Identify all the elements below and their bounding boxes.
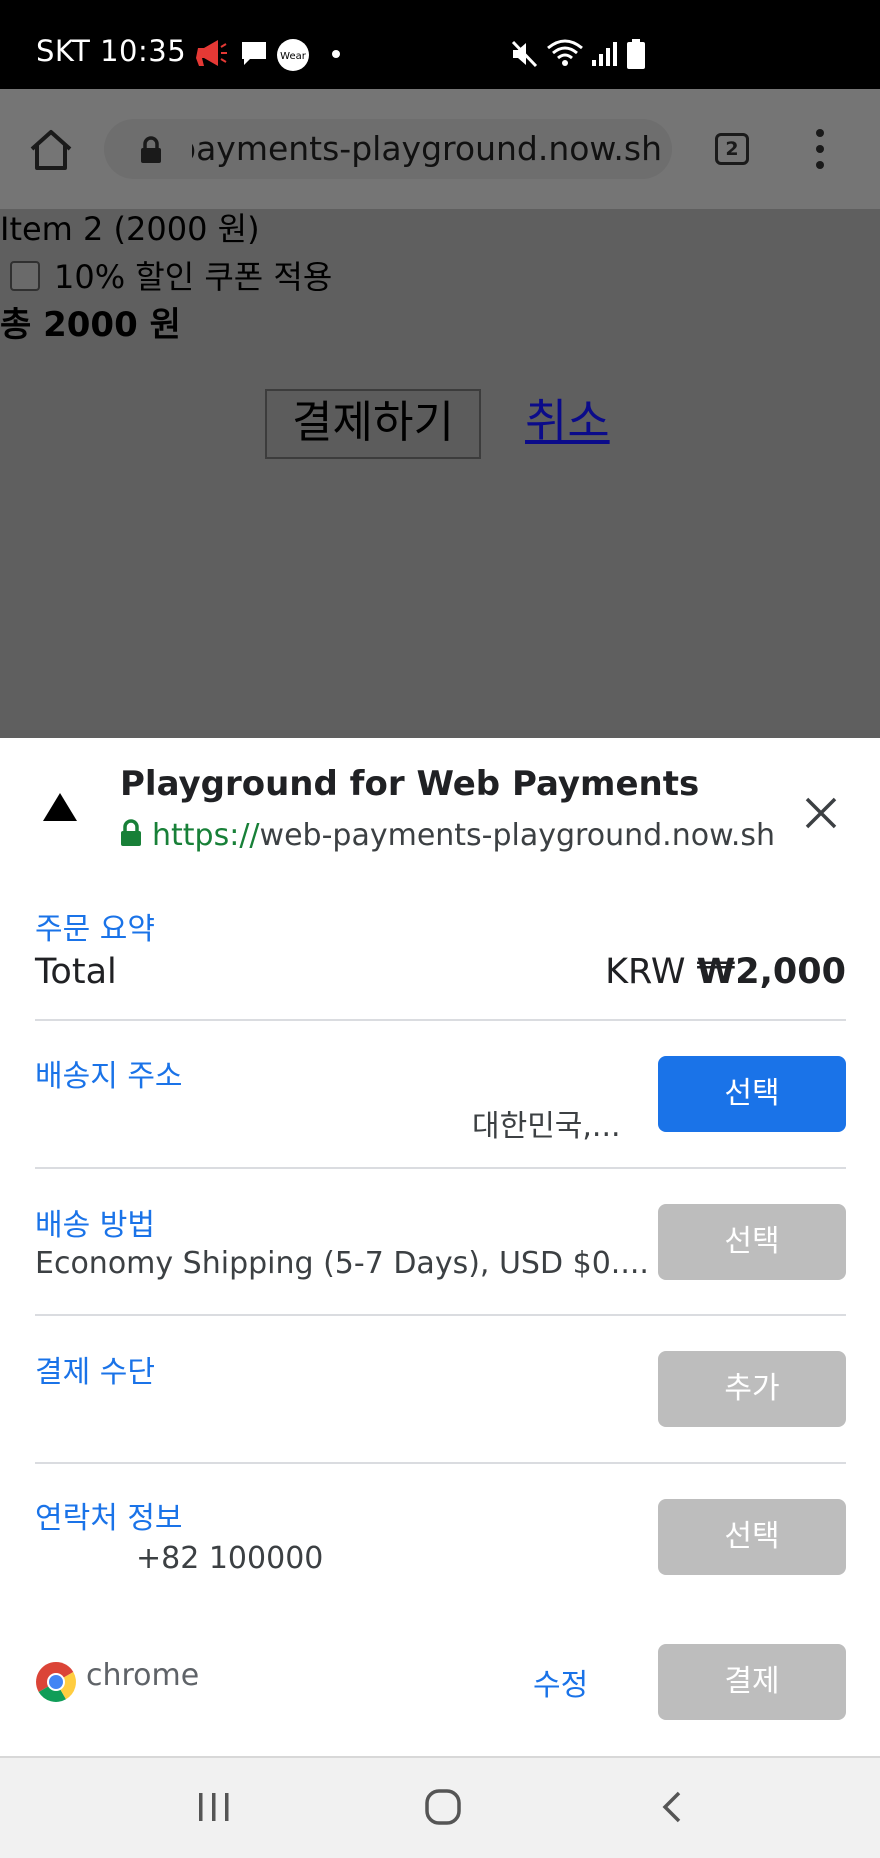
chat-icon <box>242 42 266 65</box>
contact-info-value: +82 100000 <box>136 1541 324 1576</box>
total-label: Total <box>35 952 117 992</box>
total-currency: KRW <box>605 952 686 992</box>
chrome-logo-icon <box>36 1662 76 1702</box>
shipping-address-value: 대한민국,... <box>472 1109 621 1144</box>
coupon-row[interactable]: 10% 할인 쿠폰 적용 <box>10 257 332 297</box>
contact-info-label: 연락처 정보 <box>35 1501 183 1536</box>
shipping-address-label: 배송지 주소 <box>35 1059 183 1094</box>
secure-lock-icon <box>121 819 141 846</box>
address-bar[interactable]: web-payments-playground.now.sh <box>104 119 672 179</box>
wear-label: Wear <box>280 51 307 62</box>
divider <box>35 1019 846 1021</box>
signal-icon <box>592 42 617 66</box>
total-value: ₩2,000 <box>696 952 846 992</box>
url-text: web-payments-playground.now.sh <box>192 129 662 168</box>
shipping-method-label: 배송 방법 <box>35 1208 155 1243</box>
page-content: Item 2 (2000 원) 10% 할인 쿠폰 적용 총 2000 원 결제… <box>0 209 880 738</box>
megaphone-icon <box>196 40 227 66</box>
wifi-icon <box>547 39 583 66</box>
cancel-link[interactable]: 취소 <box>525 389 610 453</box>
contact-info-select-button[interactable]: 선택 <box>658 1499 846 1575</box>
origin-host: web-payments-playground.now.sh <box>259 818 776 853</box>
back-icon[interactable] <box>660 1790 684 1824</box>
system-nav-bar <box>0 1756 880 1858</box>
pay-button[interactable]: 결제 <box>658 1644 846 1720</box>
home-icon[interactable] <box>28 127 74 173</box>
origin-scheme: https:// <box>152 818 260 853</box>
order-summary-label: 주문 요약 <box>35 912 155 947</box>
shipping-address-select-button[interactable]: 선택 <box>658 1056 846 1132</box>
lock-icon <box>141 136 161 163</box>
mute-icon <box>511 40 538 68</box>
payment-method-label: 결제 수단 <box>35 1355 155 1390</box>
dot-icon <box>332 50 340 58</box>
wear-icon: Wear <box>277 39 309 71</box>
recent-apps-icon[interactable] <box>197 1790 231 1824</box>
payment-sheet: Playground for Web Payments https://web-… <box>0 738 880 1756</box>
shipping-method-select-button[interactable]: 선택 <box>658 1204 846 1280</box>
coupon-checkbox[interactable] <box>10 261 40 291</box>
merchant-origin: https://web-payments-playground.now.sh <box>120 818 775 853</box>
shipping-method-value: Economy Shipping (5-7 Days), USD $0.... <box>35 1246 649 1281</box>
battery-icon <box>627 39 645 69</box>
close-icon[interactable] <box>804 796 838 830</box>
total-amount: KRW ₩2,000 <box>605 952 846 992</box>
divider <box>35 1314 846 1316</box>
checkout-button[interactable]: 결제하기 <box>265 389 481 459</box>
divider <box>35 1462 846 1464</box>
item-line: Item 2 (2000 원) <box>0 210 260 248</box>
chrome-brand-text: chrome <box>86 1658 200 1693</box>
edit-button[interactable]: 수정 <box>533 1660 588 1704</box>
tab-switcher-button[interactable]: 2 <box>715 133 749 165</box>
divider <box>35 1167 846 1169</box>
more-vert-icon[interactable] <box>808 129 832 173</box>
payment-method-add-button[interactable]: 추가 <box>658 1351 846 1427</box>
home-circle-icon[interactable] <box>424 1788 462 1826</box>
coupon-label: 10% 할인 쿠폰 적용 <box>54 258 333 296</box>
merchant-logo-icon <box>43 793 77 821</box>
browser-toolbar: web-payments-playground.now.sh 2 <box>0 89 880 209</box>
merchant-title: Playground for Web Payments <box>120 764 700 804</box>
page-total: 총 2000 원 <box>0 305 181 345</box>
status-time: SKT 10:35 <box>36 34 187 68</box>
status-bar: SKT 10:35 Wear <box>0 0 880 89</box>
